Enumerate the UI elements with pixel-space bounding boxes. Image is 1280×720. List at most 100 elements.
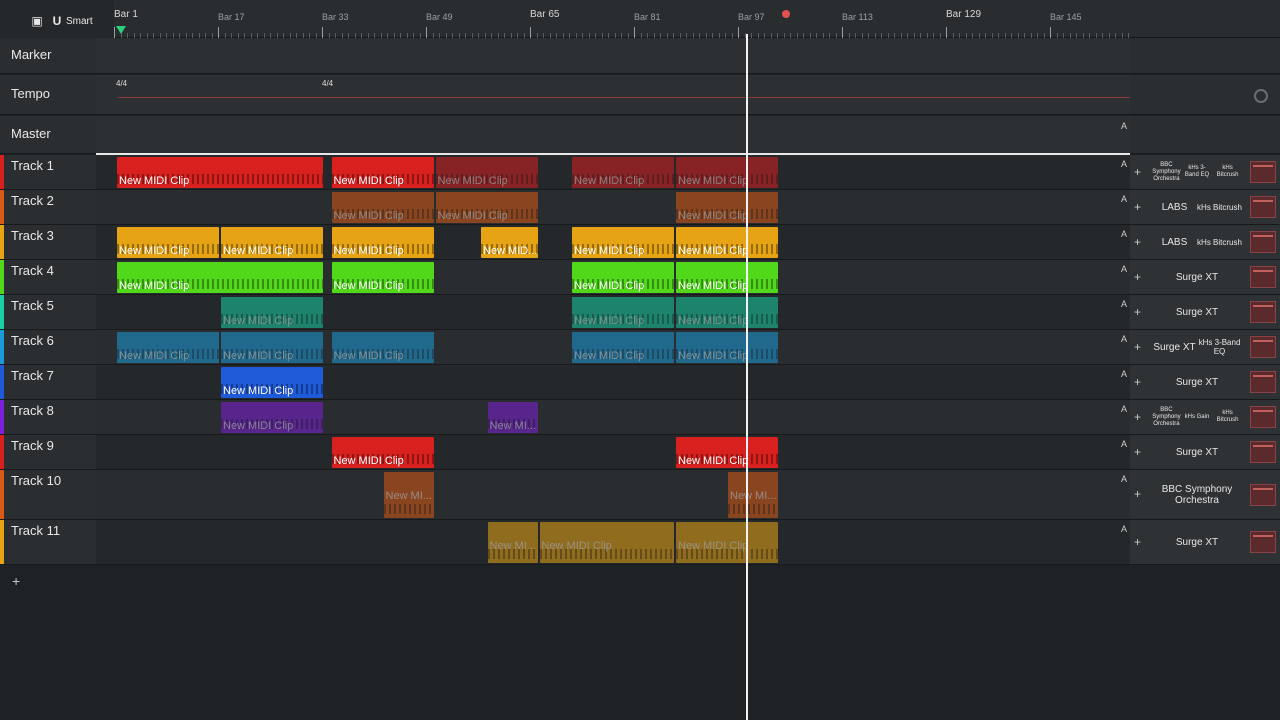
plugin-chain[interactable]: Surge XT — [1152, 365, 1242, 399]
plugin-chain[interactable]: LABS kHs Bitcrush — [1152, 225, 1242, 259]
midi-clip[interactable]: New MIDI Clip — [676, 227, 778, 258]
plugin-slot[interactable]: BBC Symphony Orchestra — [1152, 407, 1181, 428]
track-header[interactable]: Track 9 — [0, 435, 96, 470]
track-header-tempo[interactable]: Tempo — [0, 75, 96, 115]
automation-icon[interactable]: A — [1118, 334, 1130, 344]
add-plugin-icon[interactable]: + — [1134, 270, 1141, 284]
level-meter[interactable] — [1250, 266, 1276, 288]
level-meter[interactable] — [1250, 161, 1276, 183]
level-meter[interactable] — [1250, 336, 1276, 358]
track-lane[interactable]: New MIDI Clip — [96, 365, 1130, 400]
midi-clip[interactable]: New MIDI Clip — [572, 157, 674, 188]
track-lane[interactable]: New MIDI Clip New MIDI Clip — [96, 435, 1130, 470]
plugin-slot[interactable]: kHs Gain — [1183, 414, 1212, 421]
midi-clip[interactable]: New MIDI Clip — [572, 297, 674, 328]
add-plugin-icon[interactable]: + — [1134, 200, 1141, 214]
midi-clip[interactable]: New MIDI Clip — [435, 192, 538, 223]
plugin-slot[interactable]: kHs 3-Band EQ — [1183, 165, 1212, 179]
midi-clip[interactable]: New MIDI Clip — [331, 437, 434, 468]
add-track-button[interactable]: + — [12, 573, 20, 589]
automation-icon[interactable]: A — [1118, 439, 1130, 449]
add-plugin-icon[interactable]: + — [1134, 235, 1141, 249]
plugin-chain[interactable]: BBC Symphony Orchestra — [1152, 470, 1242, 519]
midi-clip[interactable]: New MIDI Clip — [435, 157, 538, 188]
automation-icon[interactable]: A — [1118, 264, 1130, 274]
plugin-slot[interactable]: Surge XT — [1176, 307, 1218, 318]
plugin-slot[interactable]: Surge XT — [1176, 377, 1218, 388]
automation-icon[interactable]: A — [1118, 229, 1130, 239]
add-plugin-icon[interactable]: + — [1134, 487, 1141, 501]
automation-icon[interactable]: A — [1118, 194, 1130, 204]
tempo-curve[interactable] — [118, 97, 1130, 98]
tempo-settings-icon[interactable] — [1254, 89, 1268, 103]
timeline-ruler[interactable]: ▣ U Smart Bar 1 Bar 17 Bar 33 Bar 49 Bar 65 B… — [0, 0, 1280, 38]
automation-icon[interactable]: A — [1118, 121, 1130, 131]
track-lane[interactable]: New MIDI Clip New MIDI Clip New MIDI Clip N… — [96, 260, 1130, 295]
time-signature[interactable]: 4/4 — [322, 79, 333, 88]
plugin-slot[interactable]: Surge XT — [1176, 447, 1218, 458]
plugin-slot[interactable]: kHs Bitcrush — [1197, 238, 1242, 247]
track-lane[interactable]: New MIDI Clip New MIDI Clip New MIDI Clip N… — [96, 330, 1130, 365]
midi-clip[interactable]: New MIDI Clip — [676, 332, 778, 363]
plugin-slot[interactable]: Surge XT — [1176, 272, 1218, 283]
add-plugin-icon[interactable]: + — [1134, 410, 1141, 424]
plugin-chain[interactable]: LABS kHs Bitcrush — [1152, 190, 1242, 224]
track-header[interactable]: Track 8 — [0, 400, 96, 435]
midi-clip[interactable]: New MIDI Clip — [572, 332, 674, 363]
track-lane[interactable]: New MIDI Clip New MIDI Clip New MIDI Clip — [96, 295, 1130, 330]
track-header[interactable]: Track 3 — [0, 225, 96, 260]
midi-clip[interactable]: New MIDI Clip — [676, 157, 778, 188]
midi-clip[interactable]: New MIDI Clip — [676, 522, 778, 563]
plugin-chain[interactable]: Surge XT — [1152, 435, 1242, 469]
add-plugin-icon[interactable]: + — [1134, 375, 1141, 389]
midi-clip[interactable]: New MIDI Clip — [331, 227, 434, 258]
midi-clip[interactable]: New MI... — [728, 472, 778, 518]
track-header[interactable]: Track 2 — [0, 190, 96, 225]
track-header[interactable]: Track 6 — [0, 330, 96, 365]
level-meter[interactable] — [1250, 483, 1276, 506]
midi-clip[interactable]: New MIDI Clip — [221, 332, 323, 363]
track-lane[interactable]: New MIDI Clip New MIDI Clip New MIDI Clip N… — [96, 155, 1130, 190]
time-signature[interactable]: 4/4 — [116, 79, 127, 88]
track-header-marker[interactable]: Marker — [0, 38, 96, 74]
plugin-slot[interactable]: BBC Symphony Orchestra — [1152, 162, 1181, 183]
track-header-master[interactable]: Master — [0, 116, 96, 154]
track-header[interactable]: Track 11 — [0, 520, 96, 565]
add-plugin-icon[interactable]: + — [1134, 445, 1141, 459]
level-meter[interactable] — [1250, 441, 1276, 463]
track-header[interactable]: Track 1 — [0, 155, 96, 190]
level-meter[interactable] — [1250, 371, 1276, 393]
plugin-slot[interactable]: kHs Bitcrush — [1213, 410, 1242, 424]
plugin-slot[interactable]: kHs 3-Band EQ — [1197, 338, 1242, 356]
midi-clip[interactable]: New MID... — [481, 227, 538, 258]
level-meter[interactable] — [1250, 231, 1276, 253]
level-meter[interactable] — [1250, 196, 1276, 218]
level-meter[interactable] — [1250, 406, 1276, 428]
track-header[interactable]: Track 4 — [0, 260, 96, 295]
midi-clip[interactable]: New MIDI Clip — [117, 332, 219, 363]
level-meter[interactable] — [1250, 301, 1276, 323]
add-plugin-icon[interactable]: + — [1134, 165, 1141, 179]
midi-clip[interactable]: New MIDI Clip — [676, 192, 778, 223]
midi-clip[interactable]: New MIDI Clip — [331, 157, 434, 188]
plugin-slot[interactable]: Surge XT — [1176, 537, 1218, 548]
plugin-slot[interactable]: Surge XT — [1152, 342, 1197, 353]
plugin-slot[interactable]: BBC Symphony Orchestra — [1152, 484, 1242, 506]
midi-clip[interactable]: New MI... — [487, 402, 538, 433]
automation-icon[interactable]: A — [1118, 299, 1130, 309]
snap-icon[interactable]: ▣ — [30, 14, 44, 28]
lane-marker[interactable] — [96, 38, 1130, 74]
start-marker-icon[interactable] — [116, 26, 126, 34]
automation-icon[interactable]: A — [1118, 159, 1130, 169]
midi-clip[interactable]: New MIDI Clip — [221, 297, 323, 328]
midi-clip[interactable]: New MIDI Clip — [221, 367, 323, 398]
level-meter[interactable] — [1250, 531, 1276, 553]
midi-clip[interactable]: New MIDI Clip — [117, 227, 219, 258]
midi-clip[interactable]: New MIDI Clip — [572, 227, 674, 258]
midi-clip[interactable]: New MIDI Clip — [331, 332, 434, 363]
midi-clip[interactable]: New MIDI Clip — [676, 297, 778, 328]
plugin-chain[interactable]: Surge XT — [1152, 520, 1242, 564]
track-header[interactable]: Track 5 — [0, 295, 96, 330]
midi-clip[interactable]: New MIDI Clip — [331, 192, 434, 223]
snap-mode-label[interactable]: Smart — [66, 16, 93, 27]
